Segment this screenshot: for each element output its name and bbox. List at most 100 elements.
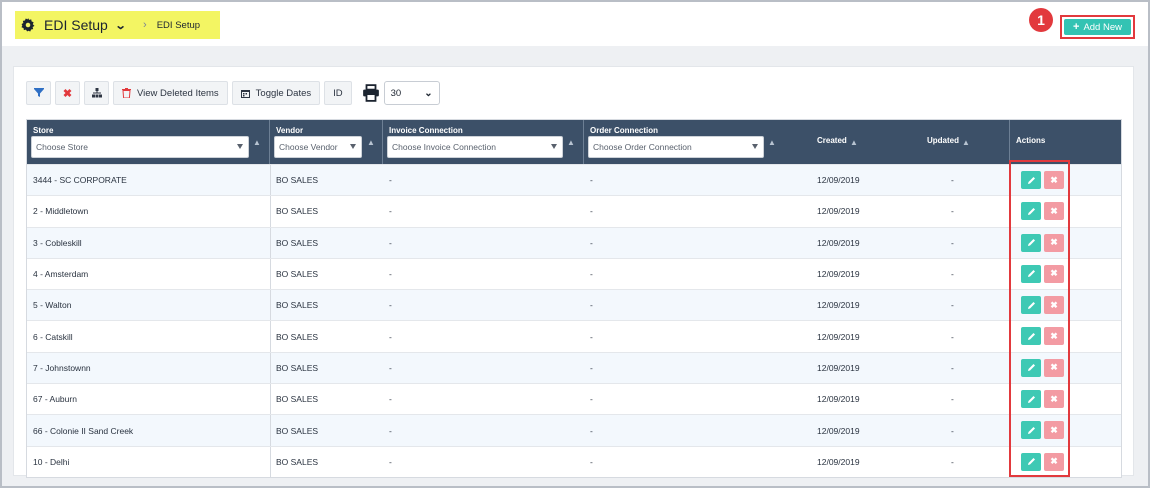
created-cell: 12/09/2019	[817, 425, 860, 436]
add-new-button[interactable]: + Add New	[1064, 19, 1131, 35]
column-order-connection: Order Connection Choose Order Connection…	[584, 120, 784, 164]
updated-cell: -	[951, 331, 954, 342]
vendor-cell: BO SALES	[276, 456, 319, 467]
order-connection-cell: -	[590, 394, 593, 405]
filter-icon	[33, 88, 44, 97]
top-bar: EDI Setup ⌄ › EDI Setup + Add New	[2, 2, 1148, 46]
vendor-cell: BO SALES	[276, 394, 319, 405]
column-vendor-label: Vendor	[276, 126, 304, 135]
created-cell: 12/09/2019	[817, 362, 860, 373]
order-connection-cell: -	[590, 456, 593, 467]
order-connection-cell: -	[590, 362, 593, 373]
vendor-cell: BO SALES	[276, 206, 319, 217]
toggle-dates-label: Toggle Dates	[255, 87, 312, 99]
vendor-cell: BO SALES	[276, 425, 319, 436]
sitemap-icon	[91, 88, 102, 98]
sort-icon[interactable]: ▲︎	[962, 138, 970, 147]
order-connection-cell: -	[590, 331, 593, 342]
clear-filters-button[interactable]: ✖	[55, 81, 80, 105]
column-created[interactable]: Created ▲︎	[784, 120, 894, 164]
table-body: 3444 - SC CORPORATE BO SALES - - 12/09/2019 -…	[27, 164, 1121, 477]
table-header: Store Choose Store ▲︎ Vendor Choose Vend…	[27, 120, 1121, 164]
created-cell: 12/09/2019	[817, 456, 860, 467]
toggle-dates-button[interactable]: Toggle Dates	[231, 81, 321, 105]
invoice-filter-placeholder: Choose Invoice Connection	[392, 142, 496, 152]
plus-icon: +	[1073, 21, 1080, 33]
table-toolbar: ✖ View Deleted Items Toggle Dates ID 30 …	[26, 80, 440, 106]
column-invoice-label: Invoice Connection	[389, 126, 463, 135]
column-store: Store Choose Store ▲︎	[27, 120, 270, 164]
filter-button[interactable]	[26, 81, 51, 105]
updated-cell: -	[951, 362, 954, 373]
store-cell: 66 - Colonie II Sand Creek	[33, 425, 134, 436]
store-cell: 3 - Cobleskill	[33, 237, 82, 248]
invoice-connection-cell: -	[389, 206, 392, 217]
store-cell: 6 - Catskill	[33, 331, 73, 342]
store-cell: 5 - Walton	[33, 300, 72, 311]
store-filter-select[interactable]: Choose Store	[31, 136, 249, 158]
column-divider	[270, 384, 271, 415]
column-actions: Actions	[1010, 120, 1121, 164]
sort-icon[interactable]: ▲︎	[850, 138, 858, 147]
invoice-connection-cell: -	[389, 269, 392, 280]
updated-cell: -	[951, 206, 954, 217]
column-divider	[270, 165, 271, 196]
invoice-connection-cell: -	[389, 175, 392, 186]
print-icon[interactable]	[362, 84, 380, 102]
sort-icon[interactable]: ▲︎	[253, 138, 261, 147]
page-size-select[interactable]: 30 ⌄	[383, 81, 440, 105]
caret-down-icon	[237, 144, 243, 149]
invoice-connection-cell: -	[389, 456, 392, 467]
chevron-right-icon: ›	[143, 19, 147, 31]
invoice-connection-filter-select[interactable]: Choose Invoice Connection	[387, 136, 563, 158]
breadcrumb[interactable]: EDI Setup	[157, 20, 200, 31]
table-row: 6 - Catskill BO SALES - -12/09/2019- ✖	[27, 320, 1121, 352]
store-cell: 7 - Johnstownn	[33, 362, 91, 373]
invoice-connection-cell: -	[389, 362, 392, 373]
vendor-cell: BO SALES	[276, 237, 319, 248]
sort-icon[interactable]: ▲︎	[567, 138, 575, 147]
updated-cell: -	[951, 394, 954, 405]
id-label: ID	[333, 87, 343, 99]
updated-cell: -	[951, 237, 954, 248]
order-connection-cell: -	[590, 237, 593, 248]
calendar-icon	[240, 89, 250, 98]
column-created-label: Created	[817, 136, 847, 145]
store-cell: 2 - Middletown	[33, 206, 89, 217]
vendor-cell: BO SALES	[276, 175, 319, 186]
vendor-filter-select[interactable]: Choose Vendor	[274, 136, 362, 158]
created-cell: 12/09/2019	[817, 237, 860, 248]
id-button[interactable]: ID	[324, 81, 352, 105]
created-cell: 12/09/2019	[817, 206, 860, 217]
actions-highlight	[1009, 160, 1070, 477]
column-divider	[270, 196, 271, 227]
invoice-connection-cell: -	[389, 394, 392, 405]
table-row: 3 - Cobleskill BO SALES - -12/09/2019- ✖	[27, 226, 1121, 258]
column-updated[interactable]: Updated ▲︎	[894, 120, 1010, 164]
column-divider	[270, 258, 271, 290]
created-cell: 12/09/2019	[817, 331, 860, 342]
table-row: 2 - Middletown BO SALES - -12/09/2019- ✖	[27, 195, 1121, 227]
chevron-down-icon[interactable]: ⌄	[114, 19, 126, 32]
column-divider	[270, 352, 271, 384]
view-deleted-items-button[interactable]: View Deleted Items	[113, 81, 228, 105]
sort-icon[interactable]: ▲︎	[768, 138, 776, 147]
order-connection-filter-select[interactable]: Choose Order Connection	[588, 136, 764, 158]
close-icon: ✖	[62, 87, 73, 100]
column-divider	[270, 290, 271, 321]
column-divider	[270, 415, 271, 446]
table-row: 67 - Auburn BO SALES - -12/09/2019- ✖	[27, 383, 1121, 415]
edi-setup-table: Store Choose Store ▲︎ Vendor Choose Vend…	[26, 119, 1122, 478]
callout-badge-1: 1	[1029, 8, 1053, 32]
table-row: 3444 - SC CORPORATE BO SALES - - 12/09/2019 -…	[27, 164, 1121, 196]
column-updated-label: Updated	[927, 136, 959, 145]
sort-icon[interactable]: ▲︎	[367, 138, 375, 147]
order-connection-cell: -	[590, 206, 593, 217]
column-actions-label: Actions	[1016, 136, 1046, 145]
hierarchy-button[interactable]	[84, 81, 109, 105]
column-divider	[270, 321, 271, 352]
gear-icon	[21, 18, 35, 32]
order-connection-cell: -	[590, 175, 593, 186]
content-panel: ✖ View Deleted Items Toggle Dates ID 30 …	[13, 66, 1134, 478]
caret-down-icon	[551, 144, 557, 149]
